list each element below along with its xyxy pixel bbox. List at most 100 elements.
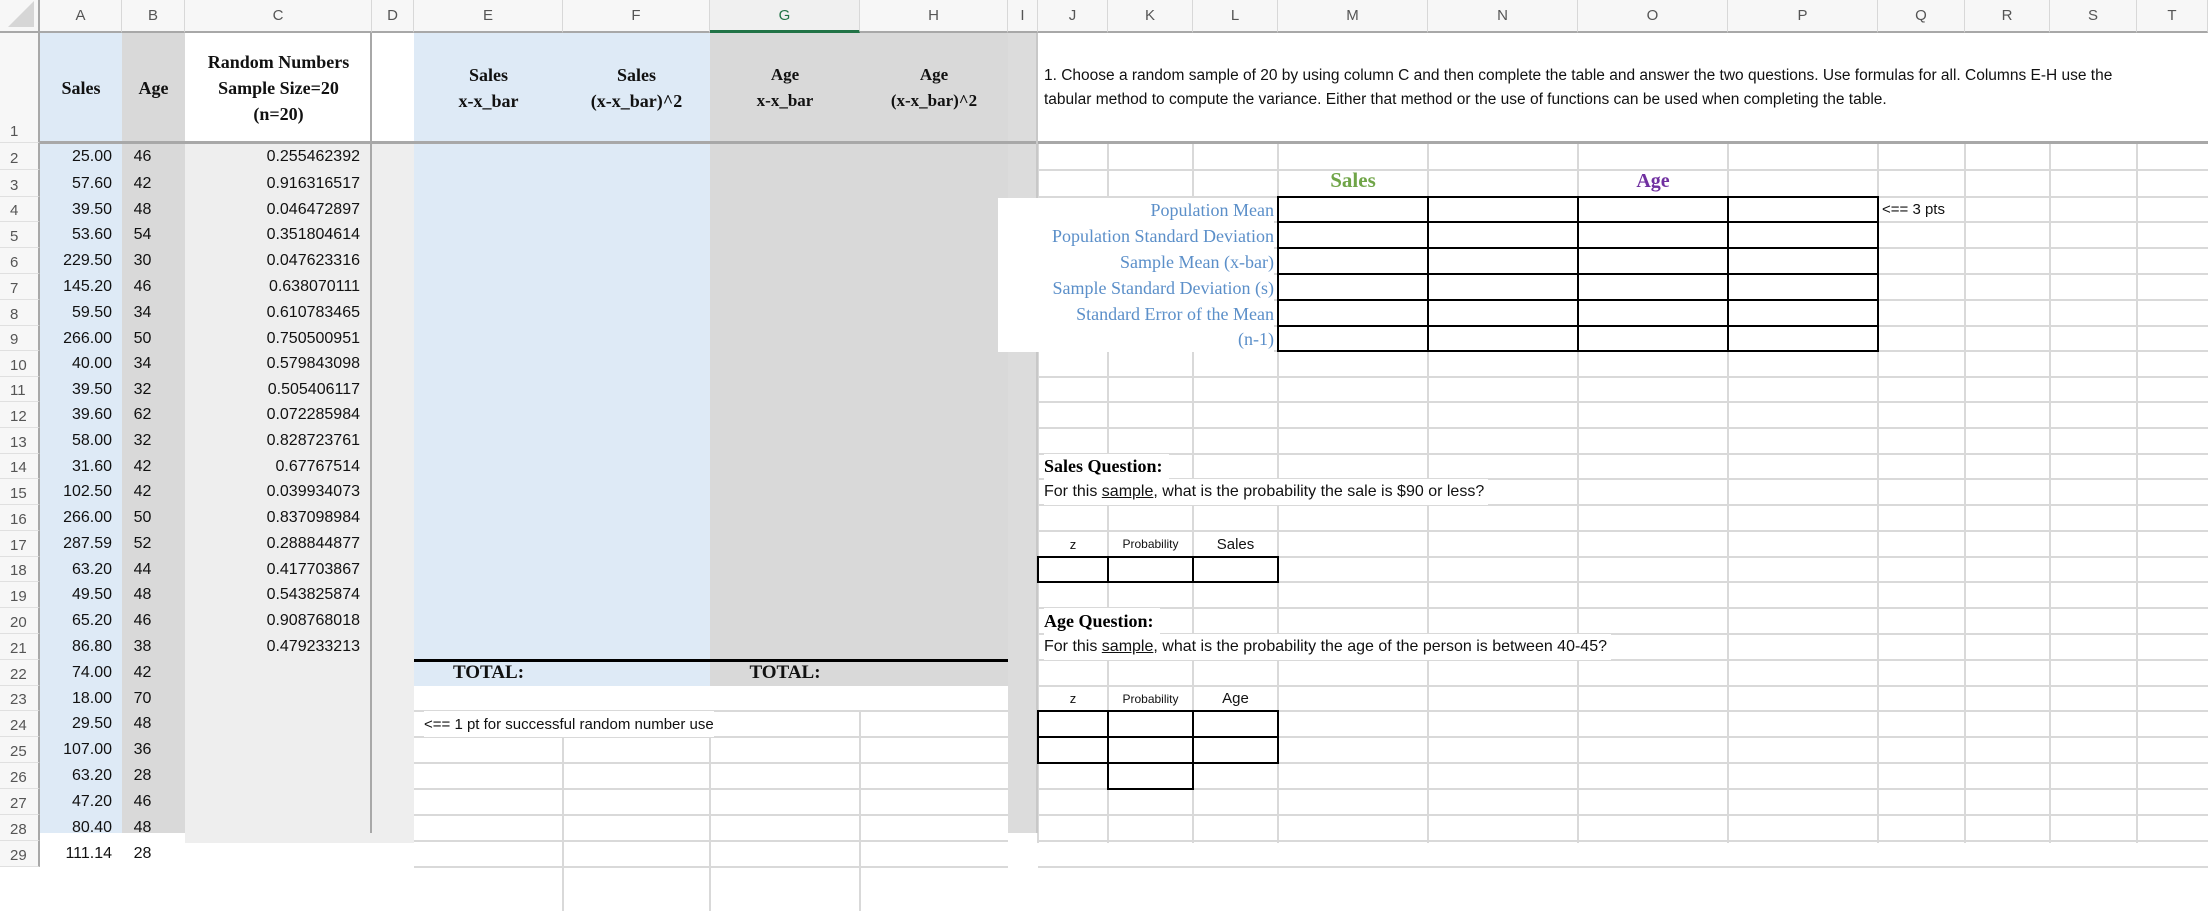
sales-cell[interactable]: 266.00 <box>40 505 122 531</box>
stats-input-cell[interactable] <box>1277 247 1429 275</box>
stats-input-cell[interactable] <box>1727 221 1879 249</box>
column-header-o[interactable]: O <box>1578 0 1728 33</box>
row-header-15[interactable]: 15 <box>0 479 40 505</box>
age-cell[interactable]: 46 <box>122 143 163 170</box>
stats-input-cell[interactable] <box>1427 299 1579 327</box>
row-header-24[interactable]: 24 <box>0 711 40 737</box>
age-cell[interactable]: 34 <box>122 351 163 377</box>
row-header-29[interactable]: 29 <box>0 841 40 867</box>
sales-cell[interactable]: 47.20 <box>40 789 122 815</box>
random-number-cell[interactable]: 0.046472897 <box>185 197 370 222</box>
random-number-cell[interactable]: 0.255462392 <box>185 143 370 170</box>
sales-cell[interactable]: 86.80 <box>40 634 122 660</box>
sales-cell[interactable]: 266.00 <box>40 326 122 351</box>
column-header-m[interactable]: M <box>1278 0 1428 33</box>
stats-input-cell[interactable] <box>1577 196 1729 223</box>
sales-cell[interactable]: 31.60 <box>40 454 122 479</box>
column-header-c[interactable]: C <box>185 0 372 33</box>
stats-input-cell[interactable] <box>1727 325 1879 352</box>
random-number-cell[interactable]: 0.505406117 <box>185 377 370 402</box>
column-header-h[interactable]: H <box>860 0 1008 33</box>
stats-input-cell[interactable] <box>1277 196 1429 223</box>
sales-cell[interactable]: 107.00 <box>40 737 122 763</box>
age-cell[interactable]: 44 <box>122 557 163 582</box>
row-header-5[interactable]: 5 <box>0 222 40 248</box>
row-header-1[interactable]: 1 <box>0 33 40 143</box>
row-header-6[interactable]: 6 <box>0 248 40 274</box>
select-all-corner[interactable] <box>0 0 40 33</box>
column-header-l[interactable]: L <box>1193 0 1278 33</box>
stats-input-cell[interactable] <box>1577 273 1729 301</box>
sales-cell[interactable]: 39.50 <box>40 377 122 402</box>
sales-cell[interactable]: 111.14 <box>40 841 122 867</box>
age-cell[interactable]: 42 <box>122 454 163 479</box>
sales-cell[interactable]: 102.50 <box>40 479 122 505</box>
age-cell[interactable]: 50 <box>122 505 163 531</box>
stats-input-cell[interactable] <box>1277 273 1429 301</box>
stats-input-cell[interactable] <box>1577 325 1729 352</box>
sales-cell[interactable]: 287.59 <box>40 531 122 557</box>
sales-cell[interactable]: 65.20 <box>40 608 122 634</box>
age-cell[interactable]: 48 <box>122 197 163 222</box>
column-header-q[interactable]: Q <box>1878 0 1965 33</box>
age-cell[interactable]: 30 <box>122 248 163 274</box>
sales-cell[interactable]: 57.60 <box>40 170 122 197</box>
row-header-20[interactable]: 20 <box>0 608 40 634</box>
random-number-cell[interactable]: 0.039934073 <box>185 479 370 505</box>
stats-input-cell[interactable] <box>1277 221 1429 249</box>
random-number-cell[interactable]: 0.579843098 <box>185 351 370 377</box>
sales-cell[interactable]: 49.50 <box>40 582 122 608</box>
age-cell[interactable]: 48 <box>122 815 163 841</box>
random-number-cell[interactable]: 0.610783465 <box>185 300 370 326</box>
column-header-i[interactable]: I <box>1008 0 1038 33</box>
random-number-cell[interactable]: 0.916316517 <box>185 170 370 197</box>
age-cell[interactable]: 46 <box>122 274 163 300</box>
row-header-10[interactable]: 10 <box>0 351 40 377</box>
stats-input-cell[interactable] <box>1277 299 1429 327</box>
stats-input-cell[interactable] <box>1427 221 1579 249</box>
random-number-cell[interactable]: 0.479233213 <box>185 634 370 660</box>
stats-input-cell[interactable] <box>1727 247 1879 275</box>
sales-cell[interactable]: 63.20 <box>40 557 122 582</box>
age-cell[interactable]: 42 <box>122 170 163 197</box>
stats-input-cell[interactable] <box>1727 273 1879 301</box>
row-header-18[interactable]: 18 <box>0 557 40 582</box>
age-question-answer-cell[interactable] <box>1192 736 1279 764</box>
row-header-9[interactable]: 9 <box>0 326 40 351</box>
random-number-cell[interactable]: 0.288844877 <box>185 531 370 557</box>
row-header-16[interactable]: 16 <box>0 505 40 531</box>
sales-question-answer-cell[interactable] <box>1037 556 1109 583</box>
age-cell[interactable]: 42 <box>122 479 163 505</box>
age-question-answer-cell[interactable] <box>1107 736 1194 764</box>
row-header-19[interactable]: 19 <box>0 582 40 608</box>
row-header-12[interactable]: 12 <box>0 402 40 428</box>
age-question-answer-cell[interactable] <box>1037 710 1109 738</box>
age-cell[interactable]: 70 <box>122 686 163 711</box>
age-cell[interactable]: 50 <box>122 326 163 351</box>
sales-cell[interactable]: 25.00 <box>40 143 122 170</box>
sales-cell[interactable]: 229.50 <box>40 248 122 274</box>
stats-input-cell[interactable] <box>1277 325 1429 352</box>
column-header-p[interactable]: P <box>1728 0 1878 33</box>
row-header-23[interactable]: 23 <box>0 686 40 711</box>
stats-input-cell[interactable] <box>1577 299 1729 327</box>
age-cell[interactable]: 42 <box>122 660 163 686</box>
random-number-cell[interactable]: 0.417703867 <box>185 557 370 582</box>
row-header-27[interactable]: 27 <box>0 789 40 815</box>
row-header-11[interactable]: 11 <box>0 377 40 402</box>
stats-input-cell[interactable] <box>1427 247 1579 275</box>
column-header-t[interactable]: T <box>2137 0 2208 33</box>
row-header-13[interactable]: 13 <box>0 428 40 454</box>
age-cell[interactable]: 48 <box>122 711 163 737</box>
random-number-cell[interactable]: 0.351804614 <box>185 222 370 248</box>
age-cell[interactable]: 38 <box>122 634 163 660</box>
sales-cell[interactable]: 40.00 <box>40 351 122 377</box>
column-header-r[interactable]: R <box>1965 0 2050 33</box>
row-header-14[interactable]: 14 <box>0 454 40 479</box>
sales-cell[interactable]: 18.00 <box>40 686 122 711</box>
column-header-b[interactable]: B <box>122 0 185 33</box>
column-header-k[interactable]: K <box>1108 0 1193 33</box>
age-cell[interactable]: 52 <box>122 531 163 557</box>
column-header-d[interactable]: D <box>372 0 414 33</box>
random-number-cell[interactable]: 0.837098984 <box>185 505 370 531</box>
